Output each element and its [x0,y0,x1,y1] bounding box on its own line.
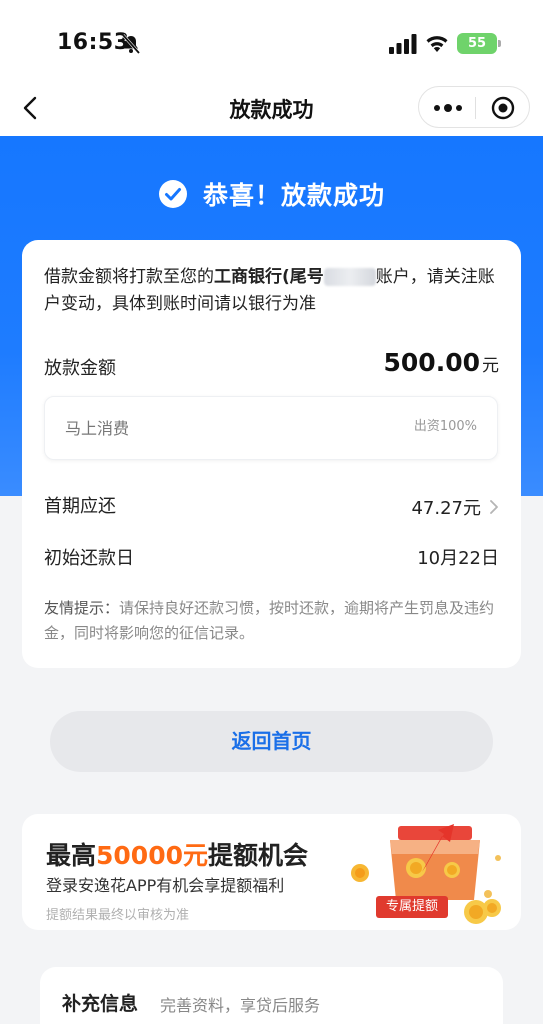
bank-name: 工商银行(尾号 [214,267,324,287]
first-payment-value: 47.27元 [411,498,481,519]
check-circle-icon [158,180,187,208]
amount-value-wrap: 500.00 元 [384,348,499,377]
first-payment-label: 首期应还 [44,496,116,517]
success-banner: 恭喜！放款成功 [0,176,543,212]
amount-label: 放款金额 [44,358,116,379]
funder-ratio: 出资100% [413,419,477,434]
promo-title: 最高50000元提额机会 [46,836,308,872]
mini-program-capsule [418,86,530,128]
supplementary-subtitle: 完善资料，享贷后服务 [160,996,321,1015]
promo-title-pre: 最高 [46,841,97,870]
nav-bar: 放款成功 [0,80,543,136]
masked-account-number [323,268,376,286]
start-date-value: 10月22日 [417,548,499,569]
battery-indicator: 55 [457,33,501,54]
supplementary-info-card[interactable]: 补充信息 完善资料，享贷后服务 [40,967,503,1024]
status-bar: 16:53 55 [0,0,543,80]
loan-detail-card: 借款金额将打款至您的工商银行(尾号 账户，请关注账户变动，具体到账时间请以银行为准… [22,240,521,668]
signal-icon [389,34,417,54]
close-target-icon[interactable] [491,96,515,120]
promo-title-highlight: 50000元 [96,841,208,870]
status-time: 16:53 [57,30,130,55]
exclusive-badge: 专属提额 [376,896,448,918]
funder-name: 马上消费 [65,419,130,438]
capsule-divider [475,97,476,119]
friendly-tip: 友情提示：请保持良好还款习惯，按时还款，逾期将产生罚息及违约金，同时将影响您的征… [44,596,504,646]
tip-label: 友情提示： [44,599,120,617]
notice-text-1: 借款金额将打款至您的 [44,267,214,287]
transfer-notice: 借款金额将打款至您的工商银行(尾号 账户，请关注账户变动，具体到账时间请以银行为准 [44,264,504,318]
wifi-icon [426,36,448,52]
start-date-label: 初始还款日 [44,548,134,569]
more-icon[interactable] [433,101,463,115]
supplementary-title: 补充信息 [62,993,139,1015]
promo-subtitle: 登录安逸花APP有机会享提额福利 [46,876,285,895]
success-title: 恭喜！放款成功 [203,181,386,210]
chevron-right-icon [490,500,498,514]
promo-note: 提额结果最终以审核为准 [46,908,190,923]
first-payment-row[interactable]: 47.27元 [411,494,499,520]
promo-title-post: 提额机会 [208,841,309,870]
back-to-home-button[interactable]: 返回首页 [50,711,493,772]
amount-value: 500.00 [383,348,480,377]
funder-box: 马上消费 出资100% [44,396,498,460]
credit-limit-promo-card[interactable]: 最高50000元提额机会 登录安逸花APP有机会享提额福利 提额结果最终以审核为… [22,814,521,930]
bell-muted-icon [121,34,141,54]
amount-unit: 元 [482,356,499,376]
